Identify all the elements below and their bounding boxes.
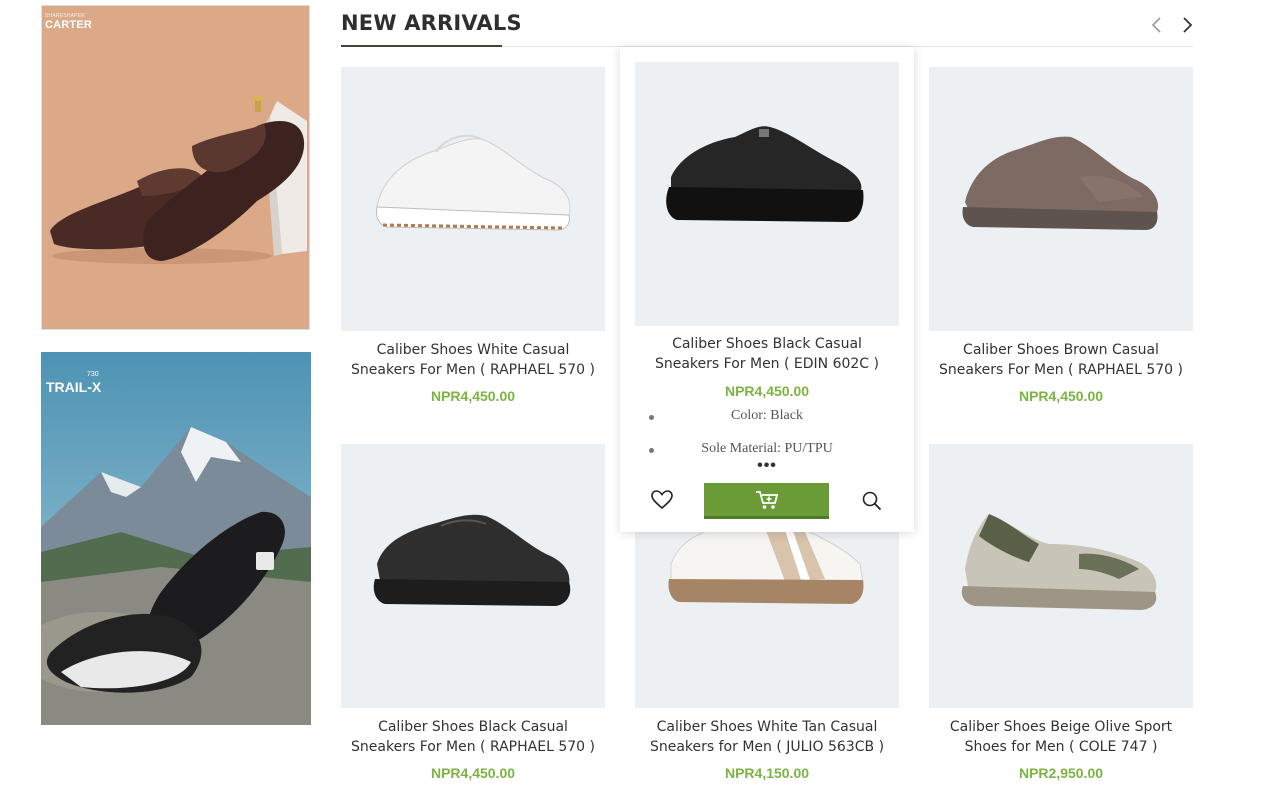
add-to-cart-button[interactable] (704, 483, 829, 519)
product-title-line[interactable]: Caliber Shoes Black Casual (635, 334, 899, 354)
product-card-hovered[interactable]: Caliber Shoes Black Casual Sneakers For … (620, 47, 914, 532)
quick-view-button[interactable] (861, 490, 883, 512)
banner-title: TRAIL-X (46, 379, 102, 395)
product-title-line[interactable]: Caliber Shoes White Tan Casual (635, 717, 899, 737)
product-title-line[interactable]: Caliber Shoes Black Casual (341, 717, 605, 737)
black-sneaker-image (373, 514, 571, 606)
product-image[interactable] (341, 444, 605, 708)
product-title[interactable]: Caliber Shoes White Tan Casual Sneakers … (635, 717, 899, 757)
product-title-line[interactable]: Sneakers for Men ( JULIO 563CB ) (635, 737, 899, 757)
banner-brand-small: SHARESHAPER (45, 13, 85, 19)
product-title-line[interactable]: Caliber Shoes Brown Casual (929, 340, 1193, 360)
product-image[interactable] (929, 444, 1193, 708)
product-spec-item: Sole Material: PU/TPU (635, 441, 899, 457)
banner-brand-label: SHARESHAPER CARTER (45, 13, 92, 31)
white-sneaker-image (376, 134, 571, 231)
product-image[interactable] (635, 62, 899, 326)
beige-olive-sneaker-image (961, 514, 1157, 610)
product-price: NPR4,450.00 (430, 765, 516, 781)
product-image[interactable] (929, 67, 1193, 331)
carousel-prev-button[interactable] (1147, 14, 1167, 36)
product-title-line[interactable]: Sneakers For Men ( RAPHAEL 570 ) (341, 737, 605, 757)
section-title: NEW ARRIVALS (341, 11, 522, 35)
product-spec-item: Color: Black (635, 408, 899, 424)
product-title[interactable]: Caliber Shoes Black Casual Sneakers For … (341, 717, 605, 757)
product-title-line[interactable]: Caliber Shoes White Casual (341, 340, 605, 360)
product-title-line[interactable]: Sneakers For Men ( EDIN 602C ) (635, 354, 899, 374)
add-to-wishlist-button[interactable] (650, 488, 674, 512)
product-title[interactable]: Caliber Shoes Beige Olive Sport Shoes fo… (929, 717, 1193, 757)
product-image[interactable] (341, 67, 605, 331)
product-price: NPR2,950.00 (1018, 765, 1104, 781)
product-title[interactable]: Caliber Shoes White Casual Sneakers For … (341, 340, 605, 380)
product-title[interactable]: Caliber Shoes Brown Casual Sneakers For … (929, 340, 1193, 380)
loafer-shoes-image (42, 6, 309, 329)
brown-sneaker-image (962, 136, 1159, 230)
promo-banner-trail-x[interactable]: 730 TRAIL-X (41, 352, 311, 725)
product-title[interactable]: Caliber Shoes Black Casual Sneakers For … (635, 334, 899, 374)
more-specs-indicator[interactable]: ••• (635, 457, 899, 475)
product-price: NPR4,150.00 (724, 765, 810, 781)
product-title-line[interactable]: Sneakers For Men ( RAPHAEL 570 ) (929, 360, 1193, 380)
banner-model-number: 730 (87, 371, 99, 378)
product-price: NPR4,450.00 (1018, 388, 1104, 404)
title-underline (341, 45, 502, 47)
cart-icon (755, 490, 778, 509)
promo-banner-carter[interactable]: SHARESHAPER CARTER (41, 5, 310, 330)
search-icon (862, 491, 882, 511)
section-header: NEW ARRIVALS (341, 8, 1193, 47)
chevron-left-icon (1151, 17, 1161, 33)
product-title-line[interactable]: Sneakers For Men ( RAPHAEL 570 ) (341, 360, 605, 380)
product-price: NPR4,450.00 (430, 388, 516, 404)
product-title-line[interactable]: Caliber Shoes Beige Olive Sport (929, 717, 1193, 737)
product-title-line[interactable]: Shoes for Men ( COLE 747 ) (929, 737, 1193, 757)
banner-brand-name: CARTER (45, 19, 93, 31)
trail-shoe-mountain-image (41, 352, 311, 725)
heart-icon (651, 490, 673, 510)
chevron-right-icon (1183, 17, 1193, 33)
black-sneaker-image (666, 126, 864, 222)
carousel-next-button[interactable] (1177, 14, 1197, 36)
product-price: NPR4,450.00 (724, 383, 810, 399)
